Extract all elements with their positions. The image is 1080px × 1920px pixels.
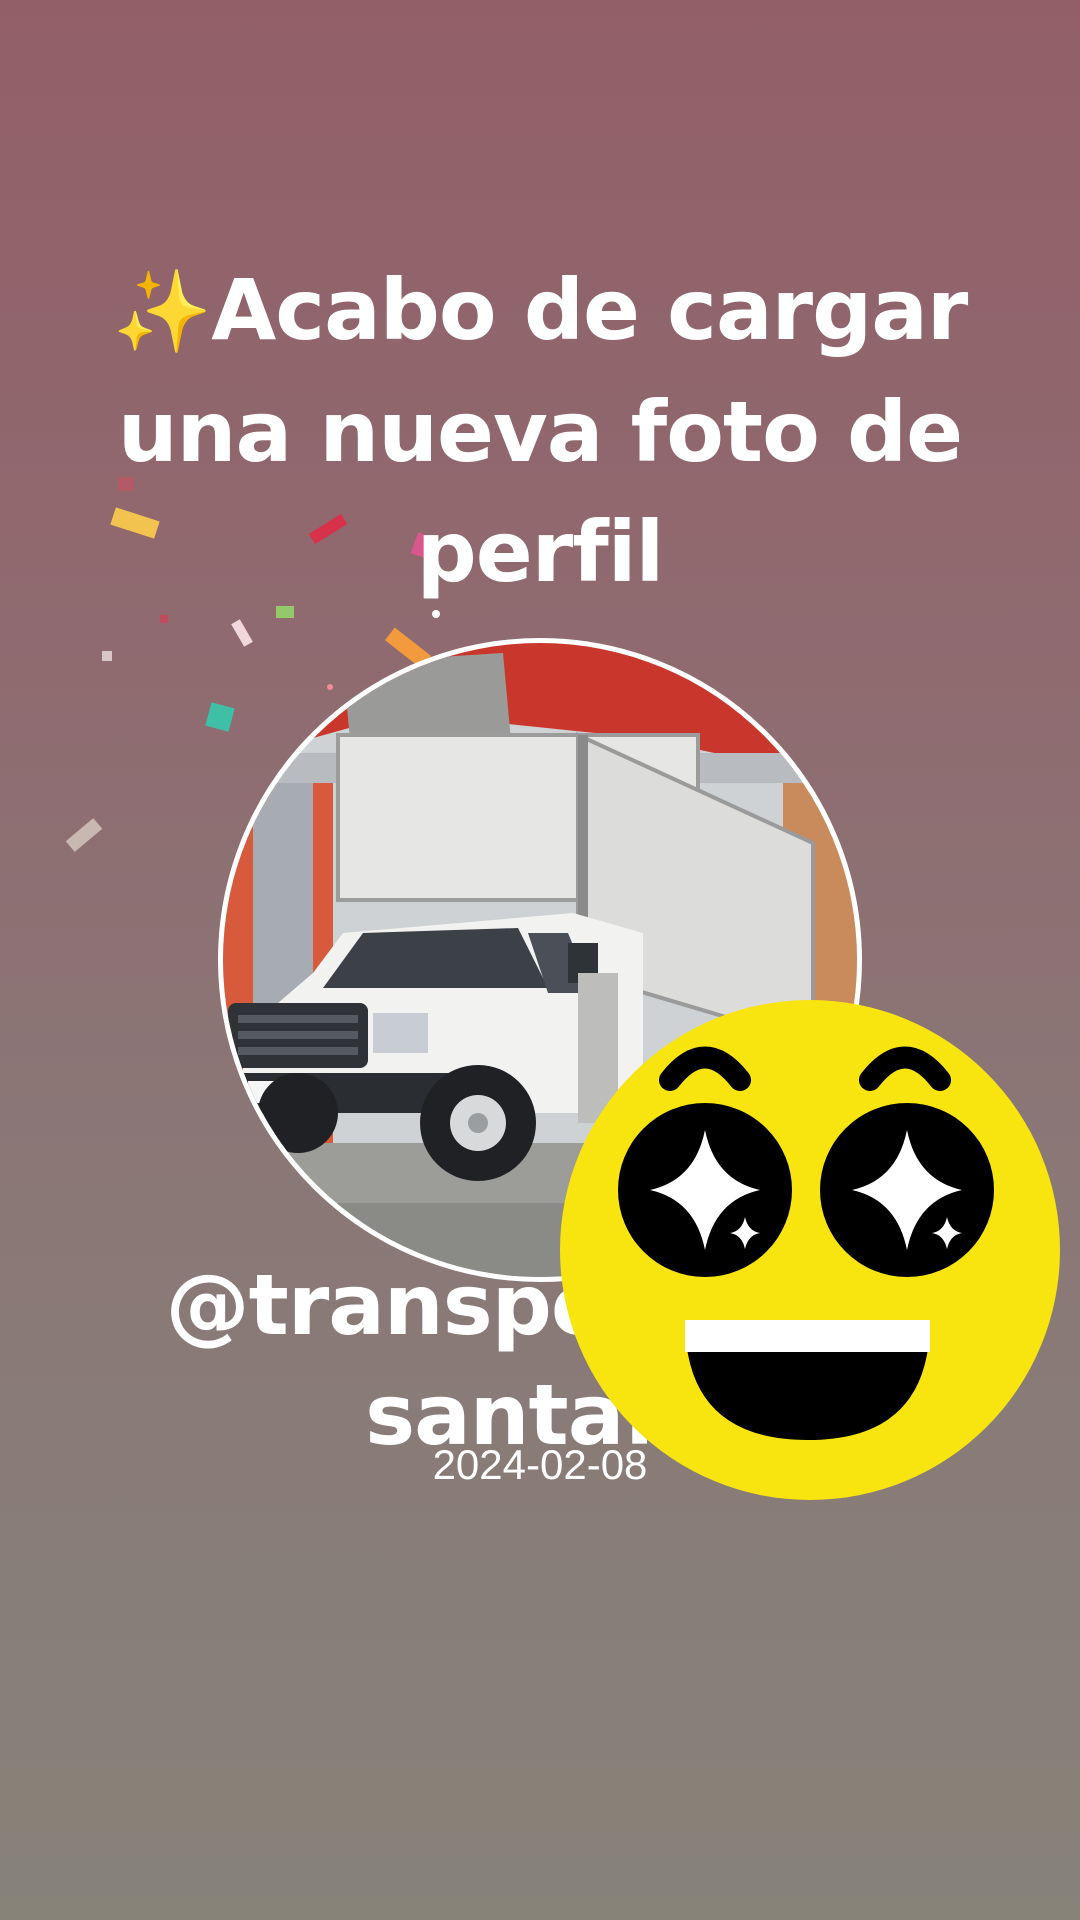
headline: ✨Acabo de cargar una nueva foto de perfi…: [80, 250, 1000, 612]
star-eyes-grinning-face-icon: [560, 1000, 1060, 1500]
headline-text: Acabo de cargar una nueva foto de perfil: [117, 261, 968, 601]
sparkles-icon: ✨: [112, 265, 213, 358]
